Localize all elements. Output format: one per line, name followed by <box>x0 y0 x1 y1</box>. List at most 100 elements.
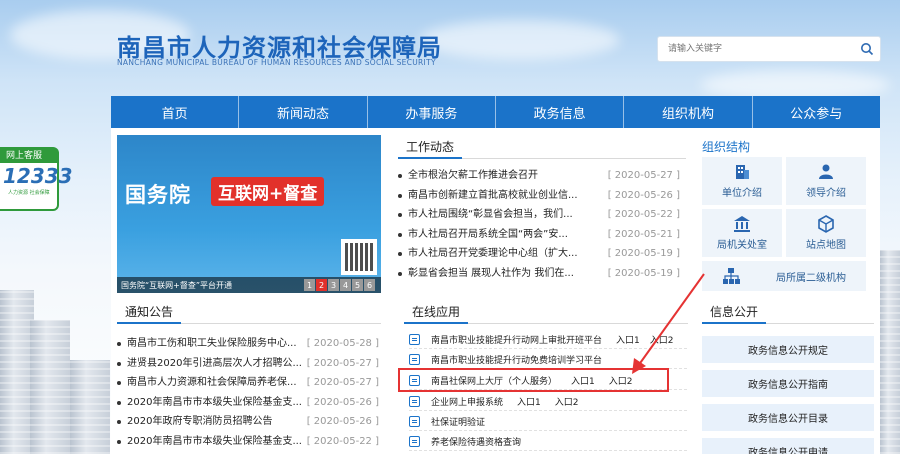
news-link[interactable]: 全市根治欠薪工作推进会召开 <box>408 166 538 186</box>
carousel-page[interactable]: 6 <box>364 279 375 291</box>
notice-date: [ 2020-05-26 ] <box>306 416 379 427</box>
carousel-page[interactable]: 5 <box>352 279 363 291</box>
bullet <box>398 213 402 217</box>
news-date: [ 2020-05-26 ] <box>607 189 680 201</box>
app-link[interactable]: 南昌市职业技能提升行动免费培训学习平台 <box>431 353 602 366</box>
news-link[interactable]: 南昌市创新建立首批高校就业创业信... <box>408 186 578 206</box>
notice-link[interactable]: 进贤县2020年引进高层次人才招聘公... <box>127 354 302 374</box>
tile-sitemap[interactable]: 站点地图 <box>786 209 866 257</box>
app-item: 企业网上申报系统 入口1 入口2 <box>409 392 687 411</box>
bullet <box>117 342 121 346</box>
org-chart-icon <box>723 268 740 284</box>
news-link[interactable]: 市人社局召开局系统全国“两会”安... <box>408 225 568 245</box>
news-link[interactable]: 彰显省会担当 展现人社作为 我们在... <box>408 264 574 284</box>
online-apps-title[interactable]: 在线应用 <box>404 302 469 324</box>
carousel-page[interactable]: 1 <box>304 279 315 291</box>
news-link[interactable]: 市人社局召开党委理论中心组（扩大... <box>408 244 578 264</box>
banner-headline: 国务院 <box>125 183 191 207</box>
list-item: 2020年南昌市市本级失业保险基金支... [ 2020-05-26 ] <box>117 393 379 413</box>
app-item: 社保证明验证 <box>409 412 687 431</box>
list-item: 市人社局召开局系统全国“两会”安... [ 2020-05-21 ] <box>398 225 680 245</box>
notice-link[interactable]: 2020年南昌市市本级失业保险基金支... <box>127 393 302 413</box>
list-item: 进贤县2020年引进高层次人才招聘公... [ 2020-05-27 ] <box>117 354 379 374</box>
person-icon <box>819 164 833 179</box>
document-icon <box>409 395 420 407</box>
notices-header: 通知公告 <box>117 302 381 324</box>
notice-link[interactable]: 南昌市人力资源和社会保障局养老保... <box>127 373 297 393</box>
info-button[interactable]: 政务信息公开规定 <box>702 336 874 363</box>
carousel-pager: 1 2 3 4 5 6 <box>304 279 375 291</box>
bullet <box>398 252 402 256</box>
notice-date: [ 2020-05-27 ] <box>306 377 379 388</box>
carousel-page[interactable]: 4 <box>340 279 351 291</box>
entry-link[interactable]: 入口2 <box>555 395 579 408</box>
tile-leadership[interactable]: 领导介绍 <box>786 157 866 205</box>
entry-link[interactable]: 入口1 <box>517 395 541 408</box>
app-link[interactable]: 养老保险待遇资格查询 <box>431 435 521 448</box>
bullet <box>398 271 402 276</box>
tile-label: 领导介绍 <box>806 188 846 199</box>
bullet <box>117 361 121 366</box>
carousel-page-active[interactable]: 2 <box>316 279 327 291</box>
online-service-widget[interactable]: 网上客服 12333 人力资源 社会保障 <box>0 147 73 211</box>
news-date: [ 2020-05-27 ] <box>607 170 680 181</box>
work-news-title[interactable]: 工作动态 <box>398 137 463 159</box>
notice-date: [ 2020-05-22 ] <box>306 435 379 447</box>
nav-home[interactable]: 首页 <box>111 96 240 128</box>
widget-caption: 人力资源 社会保障 <box>8 190 50 196</box>
search-box <box>657 36 881 62</box>
document-icon <box>409 353 420 365</box>
app-link[interactable]: 南昌市职业技能提升行动网上审批开班平台 <box>431 333 602 346</box>
list-item: 全市根治欠薪工作推进会召开 [ 2020-05-27 ] <box>398 166 680 186</box>
tile-unit-intro[interactable]: 单位介绍 <box>702 157 782 205</box>
notices-title[interactable]: 通知公告 <box>117 302 182 324</box>
nav-public-participation[interactable]: 公众参与 <box>753 96 880 128</box>
tile-sub-agencies[interactable]: 局所属二级机构 <box>702 261 866 291</box>
list-item: 2020年南昌市市本级失业保险基金支... [ 2020-05-22 ] <box>117 432 379 452</box>
list-item: 市人社局召开党委理论中心组（扩大... [ 2020-05-19 ] <box>398 244 680 264</box>
news-date: [ 2020-05-22 ] <box>607 209 680 220</box>
nav-news[interactable]: 新闻动态 <box>239 96 368 128</box>
news-link[interactable]: 市人社局围绕“彰显省会担当，我们... <box>408 205 573 225</box>
main-nav: 首页 新闻动态 办事服务 政务信息 组织机构 公众参与 <box>111 96 880 128</box>
notices-list: 南昌市工伤和职工失业保险服务中心... [ 2020-05-28 ] 进贤县202… <box>117 334 379 451</box>
app-link[interactable]: 企业网上申报系统 <box>431 395 503 408</box>
building-decoration <box>880 250 900 454</box>
bullet <box>117 439 121 444</box>
notice-link[interactable]: 2020年政府专职消防员招聘公告 <box>127 412 272 432</box>
info-button[interactable]: 政务信息公开目录 <box>702 404 874 431</box>
notice-date: [ 2020-05-28 ] <box>306 338 379 349</box>
info-public-title[interactable]: 信息公开 <box>702 302 767 324</box>
search-icon[interactable] <box>860 42 874 56</box>
news-date: [ 2020-05-21 ] <box>607 228 680 240</box>
tile-departments[interactable]: 局机关处室 <box>702 209 782 257</box>
list-item: 2020年政府专职消防员招聘公告 [ 2020-05-26 ] <box>117 412 379 432</box>
list-item: 南昌市创新建立首批高校就业创业信... [ 2020-05-26 ] <box>398 186 680 206</box>
notice-link[interactable]: 南昌市工伤和职工失业保险服务中心... <box>127 334 297 354</box>
building-decoration <box>30 320 70 454</box>
bullet <box>117 400 121 405</box>
office-icon <box>734 216 750 232</box>
nav-organization[interactable]: 组织机构 <box>624 96 753 128</box>
widget-head: 网上客服 <box>0 149 57 163</box>
news-carousel[interactable]: 国务院 互联网+督查 国务院“互联网+督查”平台开通 1 2 3 4 5 6 <box>117 135 381 293</box>
annotation-arrow-icon <box>632 273 705 374</box>
info-button[interactable]: 政务信息公开指南 <box>702 370 874 397</box>
info-button[interactable]: 政务信息公开申请 <box>702 438 874 454</box>
carousel-page[interactable]: 3 <box>328 279 339 291</box>
notice-date: [ 2020-05-26 ] <box>306 396 379 408</box>
search-input[interactable] <box>658 37 848 61</box>
list-item: 南昌市工伤和职工失业保险服务中心... [ 2020-05-28 ] <box>117 334 379 354</box>
qr-code-icon <box>341 239 377 275</box>
building-decoration <box>0 290 34 454</box>
nav-services[interactable]: 办事服务 <box>368 96 496 128</box>
news-date: [ 2020-05-19 ] <box>607 248 680 259</box>
building-icon <box>736 165 749 179</box>
list-item: 南昌市人力资源和社会保障局养老保... [ 2020-05-27 ] <box>117 373 379 393</box>
notice-link[interactable]: 2020年南昌市市本级失业保险基金支... <box>127 432 302 452</box>
tile-label: 局机关处室 <box>717 240 767 251</box>
app-link[interactable]: 社保证明验证 <box>431 415 485 428</box>
org-structure-title: 组织结构 <box>702 140 751 154</box>
tile-label: 站点地图 <box>806 240 846 251</box>
nav-gov-info[interactable]: 政务信息 <box>496 96 625 128</box>
